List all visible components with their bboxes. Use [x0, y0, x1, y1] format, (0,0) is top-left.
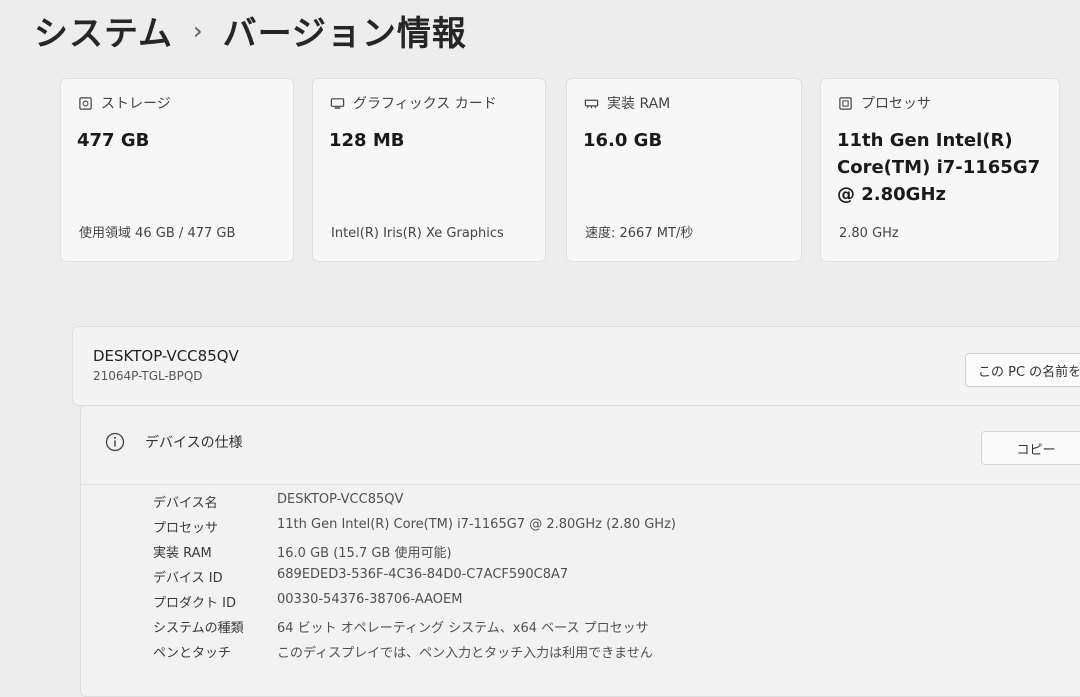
ram-icon: [583, 95, 599, 111]
card-ram[interactable]: 実装 RAM 16.0 GB 速度: 2667 MT/秒: [566, 78, 802, 262]
breadcrumb: システム › バージョン情報: [34, 6, 467, 55]
card-processor-label: プロセッサ: [861, 96, 931, 112]
card-storage[interactable]: ストレージ 477 GB 使用領域 46 GB / 477 GB: [60, 78, 294, 262]
device-name: DESKTOP-VCC85QV: [93, 347, 239, 365]
breadcrumb-separator: ›: [192, 16, 203, 45]
spec-row-processor: プロセッサ 11th Gen Intel(R) Core(TM) i7-1165…: [153, 517, 676, 536]
spec-label: デバイス名: [153, 496, 218, 511]
spec-row-product-id: プロダクト ID 00330-54376-38706-AAOEM: [153, 592, 462, 611]
page-title: バージョン情報: [222, 14, 467, 54]
card-processor[interactable]: プロセッサ 11th Gen Intel(R) Core(TM) i7-1165…: [820, 78, 1060, 262]
card-processor-value: 11th Gen Intel(R) Core(TM) i7-1165G7 @ 2…: [837, 130, 1041, 205]
device-spec-title: デバイスの仕様: [145, 435, 243, 451]
spec-label: プロセッサ: [153, 521, 219, 536]
spec-value: このディスプレイでは、ペン入力とタッチ入力は利用できません: [277, 646, 653, 661]
card-graphics-detail: Intel(R) Iris(R) Xe Graphics: [331, 226, 504, 241]
spec-value: 11th Gen Intel(R) Core(TM) i7-1165G7 @ 2…: [277, 517, 676, 532]
spec-row-system-type: システムの種類 64 ビット オペレーティング システム、x64 ベース プロセ…: [153, 617, 649, 636]
spec-label: ペンとタッチ: [153, 646, 232, 661]
spec-label: プロダクト ID: [153, 596, 236, 611]
spec-divider: [81, 484, 1080, 485]
device-spec-header[interactable]: デバイスの仕様: [105, 432, 243, 452]
card-storage-label: ストレージ: [101, 96, 171, 112]
spec-value: 16.0 GB (15.7 GB 使用可能): [277, 546, 452, 561]
spec-row-device-id: デバイス ID 689EDED3-536F-4C36-84D0-C7ACF590…: [153, 567, 568, 586]
processor-icon: [837, 95, 853, 111]
card-ram-value: 16.0 GB: [583, 130, 663, 151]
spec-value: 00330-54376-38706-AAOEM: [277, 592, 463, 607]
breadcrumb-parent-system[interactable]: システム: [34, 6, 173, 55]
spec-value: 64 ビット オペレーティング システム、x64 ベース プロセッサ: [277, 621, 649, 636]
spec-label: システムの種類: [153, 621, 244, 636]
spec-row-device-name: デバイス名 DESKTOP-VCC85QV: [153, 492, 403, 511]
card-graphics[interactable]: グラフィックス カード 128 MB Intel(R) Iris(R) Xe G…: [312, 78, 546, 262]
card-storage-detail: 使用領域 46 GB / 477 GB: [79, 226, 236, 241]
graphics-card-icon: [329, 95, 345, 111]
info-icon: [105, 432, 125, 452]
spec-row-ram: 実装 RAM 16.0 GB (15.7 GB 使用可能): [153, 542, 452, 561]
spec-value: DESKTOP-VCC85QV: [277, 492, 404, 507]
spec-label: デバイス ID: [153, 571, 223, 586]
copy-button[interactable]: コピー: [981, 431, 1080, 465]
device-name-row: DESKTOP-VCC85QV 21064P-TGL-BPQD この PC の名…: [72, 326, 1080, 406]
card-ram-detail: 速度: 2667 MT/秒: [585, 226, 694, 241]
rename-pc-button[interactable]: この PC の名前を変更: [965, 353, 1080, 387]
card-graphics-value: 128 MB: [329, 130, 405, 151]
spec-value: 689EDED3-536F-4C36-84D0-C7ACF590C8A7: [277, 567, 569, 582]
card-storage-value: 477 GB: [77, 130, 150, 151]
storage-icon: [77, 95, 93, 111]
device-specifications: デバイスの仕様 コピー デバイス名 DESKTOP-VCC85QV プロセッサ …: [80, 405, 1080, 697]
spec-row-pen-touch: ペンとタッチ このディスプレイでは、ペン入力とタッチ入力は利用できません: [153, 642, 653, 661]
card-ram-label: 実装 RAM: [607, 96, 671, 112]
spec-label: 実装 RAM: [153, 546, 212, 561]
card-processor-detail: 2.80 GHz: [839, 226, 899, 241]
device-model: 21064P-TGL-BPQD: [93, 369, 203, 383]
card-graphics-label: グラフィックス カード: [353, 96, 497, 112]
